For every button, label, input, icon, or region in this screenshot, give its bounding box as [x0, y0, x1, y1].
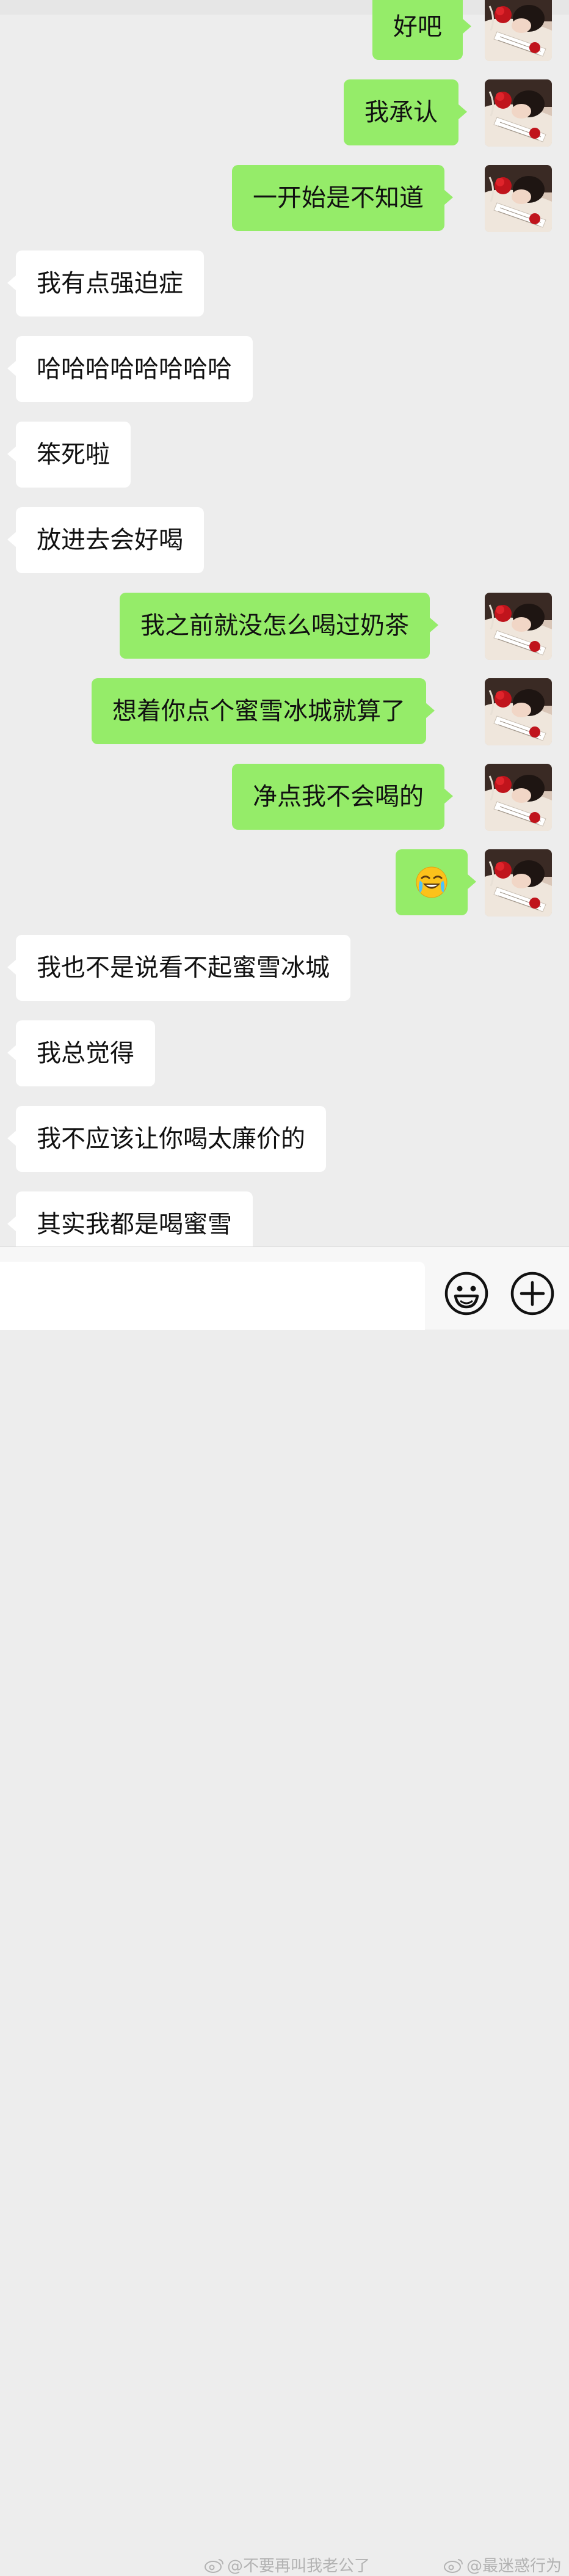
- message-input-field[interactable]: [0, 1262, 425, 1330]
- message-bubble[interactable]: 笨死啦: [7, 422, 131, 488]
- avatar[interactable]: [485, 764, 552, 831]
- message-bubble[interactable]: 我承认: [344, 79, 467, 145]
- avatar[interactable]: [485, 678, 552, 745]
- crying-laughing-emoji-icon: [416, 866, 448, 898]
- chat-input-bar: @不要再叫我老公了 @最迷惑行为: [0, 1246, 569, 2575]
- avatar[interactable]: [485, 849, 552, 917]
- message-bubble[interactable]: 我有点强迫症: [7, 251, 204, 317]
- message-bubble[interactable]: 我也不是说看不起蜜雪冰城: [7, 935, 350, 1001]
- message-bubble[interactable]: [396, 849, 476, 915]
- avatar[interactable]: [485, 165, 552, 232]
- chat-message-list[interactable]: 好吧 我承认 一开始是不知道 我有点强迫症 哈哈哈哈哈哈哈哈 笨死啦 放进去会好…: [0, 0, 569, 1257]
- watermark-right: @最迷惑行为: [443, 2553, 562, 2576]
- avatar-picture: [485, 764, 552, 831]
- avatar-picture: [485, 593, 552, 660]
- avatar-picture: [485, 0, 552, 61]
- watermark-right-text: @最迷惑行为: [466, 2557, 562, 2575]
- message-bubble[interactable]: 我总觉得: [7, 1020, 155, 1086]
- avatar[interactable]: [485, 79, 552, 147]
- smiley-face-icon: [444, 1272, 488, 1315]
- message-bubble[interactable]: 我不应该让你喝太廉价的: [7, 1106, 326, 1172]
- avatar-picture: [485, 165, 552, 232]
- message-bubble[interactable]: 好吧: [372, 0, 471, 60]
- message-bubble[interactable]: 哈哈哈哈哈哈哈哈: [7, 336, 253, 402]
- avatar[interactable]: [485, 0, 552, 61]
- weibo-logo-icon: [205, 2558, 223, 2573]
- message-bubble[interactable]: 一开始是不知道: [232, 165, 453, 231]
- message-bubble[interactable]: 我之前就没怎么喝过奶茶: [120, 593, 438, 659]
- plus-circle-icon: [510, 1272, 554, 1315]
- avatar-picture: [485, 678, 552, 745]
- message-bubble[interactable]: 净点我不会喝的: [232, 764, 453, 830]
- avatar-picture: [485, 79, 552, 147]
- watermark-left-text: @不要再叫我老公了: [227, 2557, 371, 2575]
- message-bubble[interactable]: 想着你点个蜜雪冰城就算了: [92, 678, 435, 744]
- weibo-logo-icon: [444, 2558, 463, 2573]
- avatar[interactable]: [485, 593, 552, 660]
- watermark-left: @不要再叫我老公了: [204, 2553, 370, 2576]
- more-actions-button[interactable]: [509, 1270, 556, 1317]
- emoji-button[interactable]: [443, 1270, 490, 1317]
- message-bubble[interactable]: 放进去会好喝: [7, 507, 204, 573]
- avatar-picture: [485, 849, 552, 917]
